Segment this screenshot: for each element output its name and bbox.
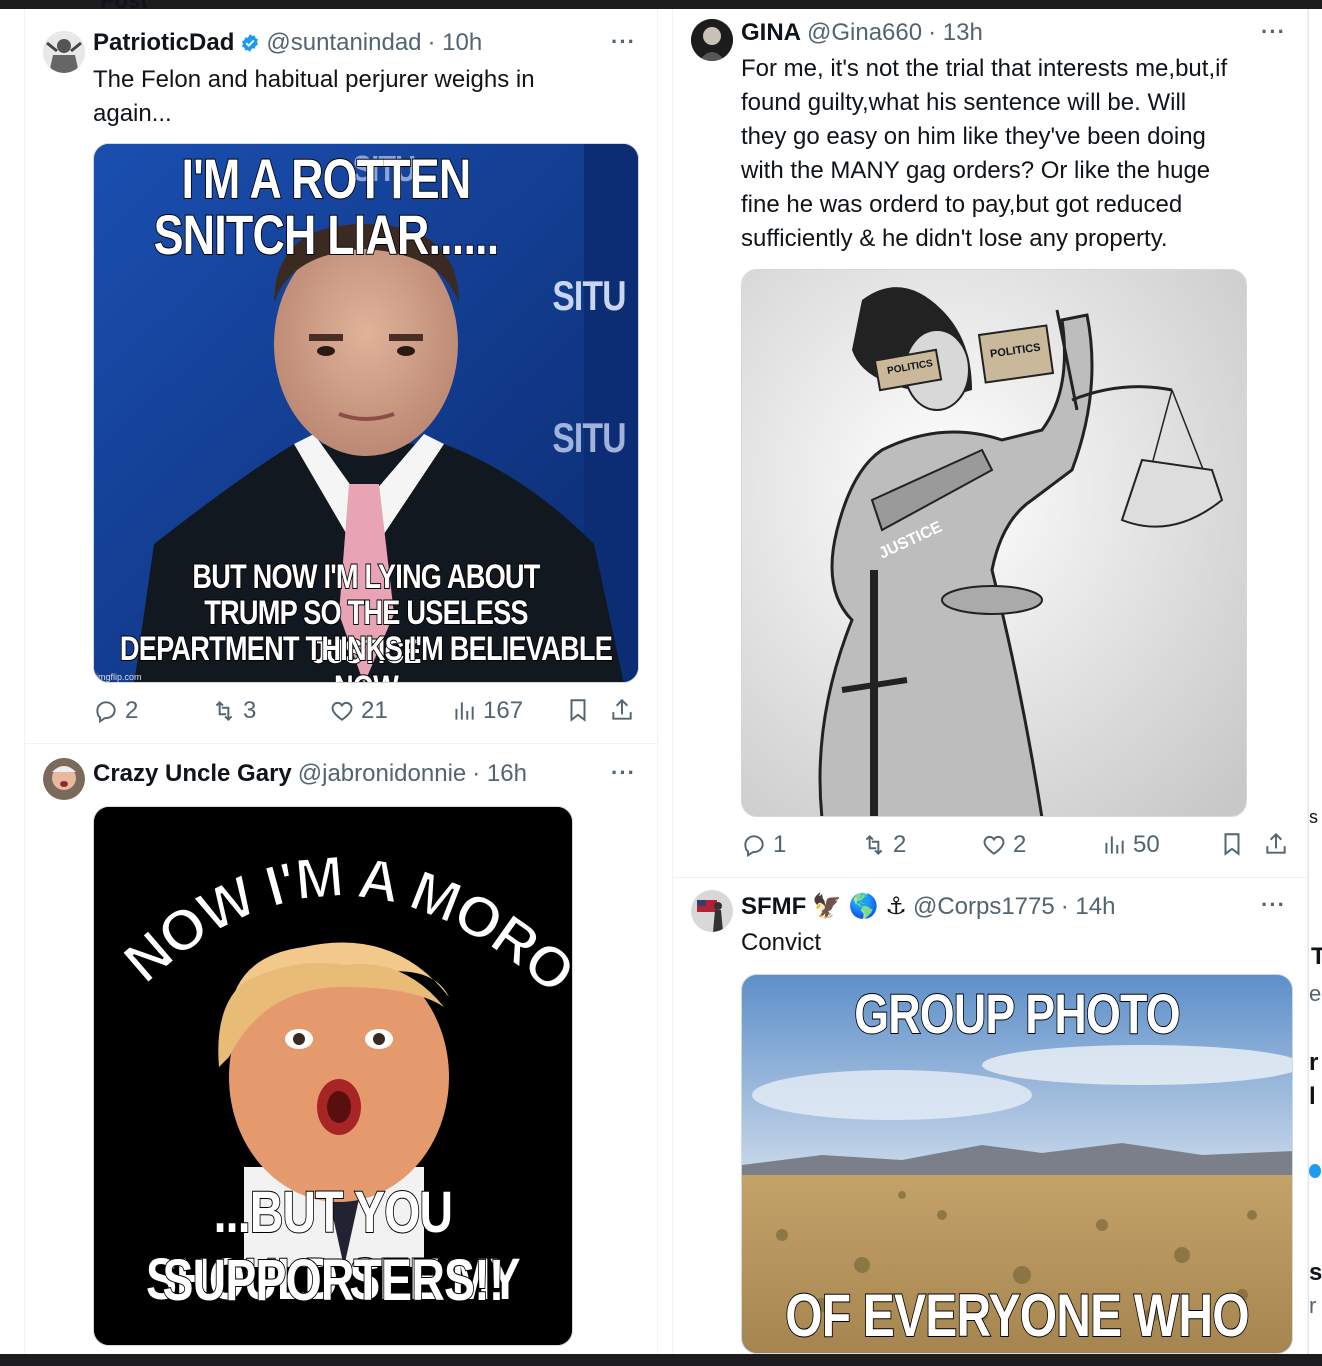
meme-bottom-text: DEPARTMENT THINKS I'M BELIEVABLE NOW bbox=[119, 629, 614, 682]
meme-top-text: GROUP PHOTO bbox=[853, 981, 1181, 1046]
author-name[interactable]: PatrioticDad bbox=[93, 29, 234, 57]
tweet-patrioticdad[interactable]: PatrioticDad @suntanindad · 10h ··· The … bbox=[25, 9, 657, 743]
window-top-bar bbox=[0, 0, 1322, 9]
left-timeline-column: PatrioticDad @suntanindad · 10h ··· The … bbox=[24, 9, 658, 1354]
views-count: 167 bbox=[483, 697, 524, 724]
meme-top-text: SNITCH LIAR...... bbox=[153, 202, 500, 267]
like-icon bbox=[983, 835, 1005, 855]
reply-count: 2 bbox=[125, 697, 139, 724]
tweet-crazy-uncle-gary[interactable]: Crazy Uncle Gary @jabronidonnie · 16h ··… bbox=[25, 744, 657, 1354]
verified-icon bbox=[242, 34, 259, 52]
repost-count: 2 bbox=[893, 831, 907, 858]
more-icon[interactable]: ··· bbox=[1261, 892, 1286, 918]
timestamp[interactable]: · 16h bbox=[472, 760, 527, 788]
tweet-text-line: they go easy on him like they've been do… bbox=[741, 123, 1206, 150]
avatar[interactable] bbox=[691, 19, 733, 61]
reply-count: 1 bbox=[773, 831, 787, 858]
author-handle[interactable]: @Corps1775 bbox=[913, 893, 1055, 921]
name-emojis: 🦅 🌎 ⚓ bbox=[812, 893, 907, 920]
views-icon bbox=[455, 702, 474, 720]
bg-text: SITU bbox=[552, 272, 626, 319]
timestamp[interactable]: · 10h bbox=[428, 29, 483, 57]
clipped-text: T bbox=[1311, 943, 1322, 971]
tweet-image-justice-cartoon[interactable]: POLITICS POLITICS JUSTICE bbox=[741, 269, 1247, 817]
share-icon bbox=[612, 698, 632, 720]
views-count: 50 bbox=[1133, 831, 1160, 858]
avatar[interactable] bbox=[43, 31, 85, 73]
repost-icon bbox=[865, 834, 883, 856]
right-timeline-column: GINA @Gina660 · 13h ··· For me, it's not… bbox=[672, 9, 1308, 1354]
sidebar-fragment: s T e r l s r bbox=[1308, 9, 1322, 1354]
views-icon bbox=[1105, 836, 1124, 854]
views-button[interactable]: 167 bbox=[451, 697, 523, 725]
reply-button[interactable]: 1 bbox=[741, 831, 786, 859]
meme-bottom-text: SUPPORTERS!! bbox=[162, 1247, 505, 1314]
more-icon[interactable]: ··· bbox=[1261, 19, 1286, 45]
clipped-text: s bbox=[1309, 1259, 1322, 1286]
tweet-image-cohen-meme[interactable]: SITU SITU SITU I'M A ROTTEN SNITCH LIAR.… bbox=[93, 143, 639, 683]
tweet-text-line: For me, it's not the trial that interest… bbox=[741, 55, 1228, 82]
bookmark-icon bbox=[1224, 833, 1240, 856]
tweet-text: For me, it's not the trial that interest… bbox=[741, 52, 1301, 256]
like-count: 2 bbox=[1013, 831, 1027, 858]
like-button[interactable]: 21 bbox=[329, 697, 388, 725]
tweet-gina[interactable]: GINA @Gina660 · 13h ··· For me, it's not… bbox=[673, 9, 1307, 877]
bookmark-button[interactable] bbox=[565, 697, 591, 723]
share-button[interactable] bbox=[609, 697, 635, 723]
clipped-text: r bbox=[1309, 1293, 1317, 1318]
clipped-text: s bbox=[1309, 807, 1318, 827]
repost-icon bbox=[215, 700, 233, 722]
clipped-text: l bbox=[1309, 1083, 1316, 1110]
tweet-text: The Felon and habitual perjurer weighs i… bbox=[93, 66, 535, 127]
bg-text: SITU bbox=[552, 414, 626, 461]
tweet-text-line: sufficiently & he didn't lose any proper… bbox=[741, 225, 1168, 252]
views-button[interactable]: 50 bbox=[1101, 831, 1160, 859]
tweet-sfmf[interactable]: SFMF 🦅 🌎 ⚓ @Corps1775 · 14h ··· Convict bbox=[673, 878, 1307, 1354]
author-name[interactable]: SFMF bbox=[741, 893, 806, 921]
svg-text:I KNOW I'M A MORON.: I KNOW I'M A MORON. bbox=[94, 807, 573, 1005]
author-handle[interactable]: @Gina660 bbox=[807, 19, 922, 47]
watermark: imgflip.com bbox=[96, 672, 142, 682]
author-name[interactable]: GINA bbox=[741, 19, 801, 47]
more-icon[interactable]: ··· bbox=[611, 29, 636, 55]
clipped-text: e bbox=[1309, 981, 1322, 1006]
like-count: 21 bbox=[361, 697, 388, 724]
meme-bottom-text: BUT NOW I'M LYING ABOUT bbox=[192, 557, 542, 597]
like-button[interactable]: 2 bbox=[981, 831, 1026, 859]
avatar[interactable] bbox=[691, 890, 733, 932]
clipped-text: r bbox=[1309, 1049, 1319, 1076]
window-bottom-bar bbox=[0, 1354, 1322, 1366]
author-handle[interactable]: @suntanindad bbox=[266, 29, 421, 57]
tweet-text: Convict bbox=[741, 929, 822, 956]
repost-button[interactable]: 2 bbox=[861, 831, 906, 859]
more-icon[interactable]: ··· bbox=[611, 760, 636, 786]
meme-bottom-text: OF EVERYONE WHO CARES bbox=[784, 1281, 1250, 1353]
tweet-text-line: with the MANY gag orders? Or like the hu… bbox=[741, 157, 1211, 184]
reply-button[interactable]: 2 bbox=[93, 697, 138, 725]
share-button[interactable] bbox=[1263, 831, 1289, 857]
tweet-text-line: fine he was orderd to pay,but got reduce… bbox=[741, 191, 1183, 218]
timestamp[interactable]: · 14h bbox=[1061, 893, 1116, 921]
avatar[interactable] bbox=[43, 758, 85, 800]
repost-count: 3 bbox=[243, 697, 257, 724]
bookmark-icon bbox=[570, 699, 586, 722]
tweet-image-desert-meme[interactable]: GROUP PHOTO OF EVERYONE WHO CARES bbox=[741, 974, 1293, 1354]
verified-icon bbox=[1309, 1164, 1321, 1178]
like-icon bbox=[331, 701, 353, 721]
bookmark-button[interactable] bbox=[1219, 831, 1245, 857]
repost-button[interactable]: 3 bbox=[211, 697, 256, 725]
reply-icon bbox=[96, 701, 116, 724]
reply-icon bbox=[744, 835, 764, 858]
author-handle[interactable]: @jabronidonnie bbox=[298, 760, 466, 788]
timestamp[interactable]: · 13h bbox=[928, 19, 983, 47]
author-name[interactable]: Crazy Uncle Gary bbox=[93, 760, 292, 788]
tweet-text-line: found guilty,what his sentence will be. … bbox=[741, 89, 1187, 116]
tweet-image-moron-meme[interactable]: I KNOW I'M A MORON. ...BUT YOU SHOULD SE… bbox=[93, 806, 573, 1346]
share-icon bbox=[1266, 832, 1286, 854]
